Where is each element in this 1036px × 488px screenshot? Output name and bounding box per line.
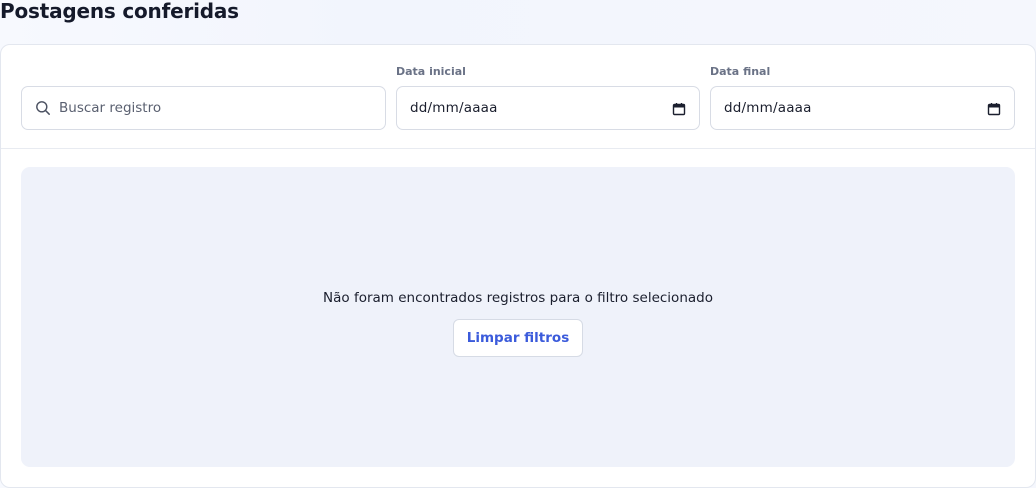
search-field[interactable] [21, 86, 386, 130]
filter-bar: Data inicial dd/mm/aaaa Data final dd/mm… [1, 45, 1035, 149]
empty-state: Não foram encontrados registros para o f… [21, 167, 1015, 467]
page-title: Postagens conferidas [0, 0, 239, 23]
search-icon [35, 100, 51, 116]
start-date-value: dd/mm/aaaa [410, 100, 498, 116]
calendar-icon[interactable] [987, 101, 1001, 116]
clear-filters-button[interactable]: Limpar filtros [452, 319, 584, 357]
end-date-label: Data final [710, 65, 771, 78]
end-date-field[interactable]: dd/mm/aaaa [710, 86, 1015, 130]
start-date-field[interactable]: dd/mm/aaaa [396, 86, 700, 130]
calendar-icon[interactable] [672, 101, 686, 116]
empty-state-message: Não foram encontrados registros para o f… [323, 290, 713, 306]
search-input[interactable] [59, 100, 359, 116]
end-date-value: dd/mm/aaaa [724, 100, 812, 116]
start-date-label: Data inicial [396, 65, 466, 78]
records-card: Data inicial dd/mm/aaaa Data final dd/mm… [0, 44, 1036, 488]
